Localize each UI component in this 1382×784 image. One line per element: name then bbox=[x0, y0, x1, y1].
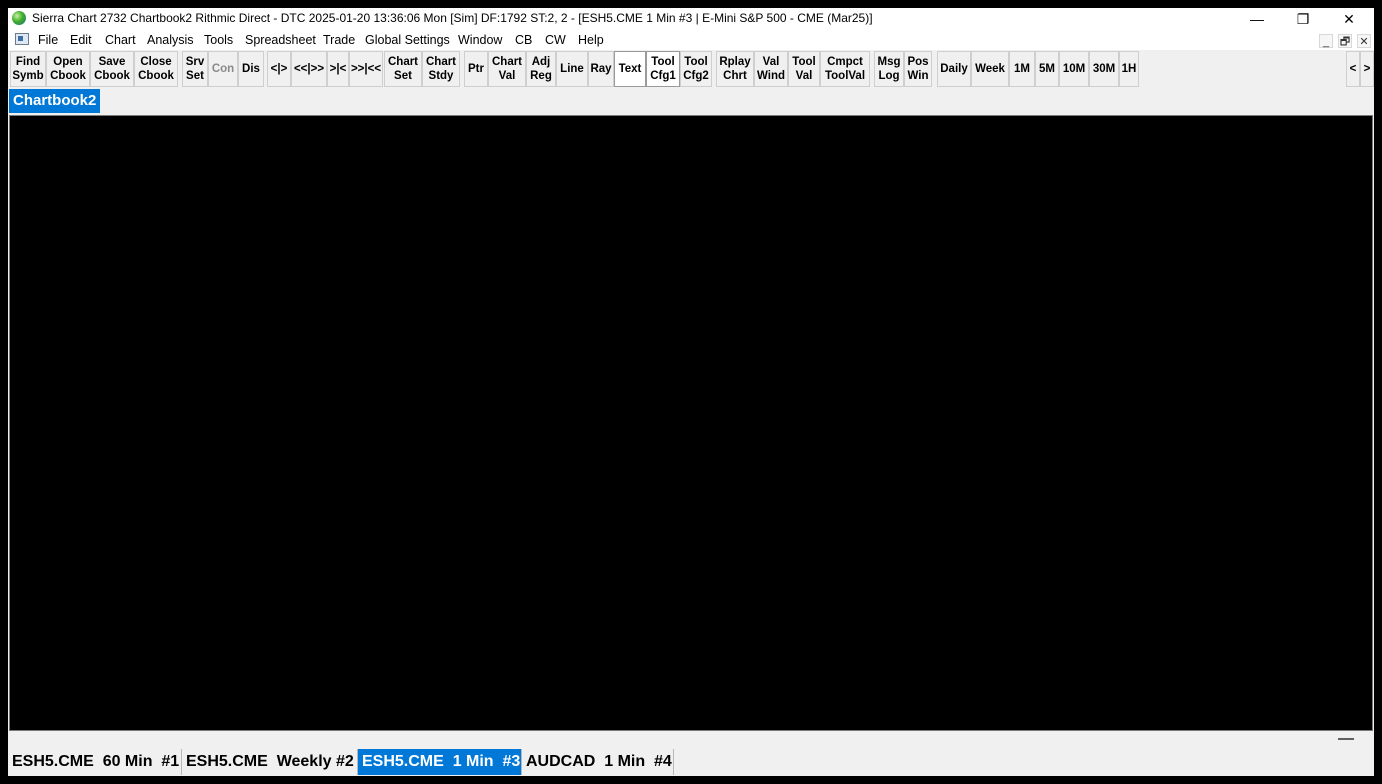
menu-help[interactable]: Help bbox=[578, 33, 604, 47]
chart-studies-button[interactable]: Chart Stdy bbox=[422, 51, 460, 87]
menu-analysis[interactable]: Analysis bbox=[147, 33, 194, 47]
zoom-out-button[interactable]: >|< bbox=[327, 51, 349, 87]
mdi-restore-button[interactable]: 🗗 bbox=[1338, 34, 1352, 48]
pointer-tool-button[interactable]: Ptr bbox=[464, 51, 488, 87]
message-log-button[interactable]: Msg Log bbox=[874, 51, 904, 87]
menu-global-settings[interactable]: Global Settings bbox=[365, 33, 450, 47]
toolbar-scroll-left-button[interactable]: < bbox=[1346, 51, 1360, 87]
timeframe-daily-button[interactable]: Daily bbox=[937, 51, 971, 87]
chart-tab-2[interactable]: ESH5.CME Weekly #2 bbox=[182, 749, 358, 775]
values-window-button[interactable]: Val Wind bbox=[754, 51, 788, 87]
adjust-region-button[interactable]: Adj Reg bbox=[526, 51, 556, 87]
chart-tab-3[interactable]: ESH5.CME 1 Min #3 bbox=[358, 749, 522, 775]
text-tool-button[interactable]: Text bbox=[614, 51, 646, 87]
positions-window-button[interactable]: Pos Win bbox=[904, 51, 932, 87]
line-tool-button[interactable]: Line bbox=[556, 51, 588, 87]
globe-icon[interactable] bbox=[12, 11, 26, 25]
menu-window[interactable]: Window bbox=[458, 33, 502, 47]
window-title: Sierra Chart 2732 Chartbook2 Rithmic Dir… bbox=[32, 11, 873, 25]
tool-config1-button[interactable]: Tool Cfg1 bbox=[646, 51, 680, 87]
chart-tab-4[interactable]: AUDCAD 1 Min #4 bbox=[522, 749, 674, 775]
zoom-out-more-button[interactable]: >>|<< bbox=[349, 51, 383, 87]
chartbook-tab[interactable]: Chartbook2 bbox=[9, 89, 101, 113]
chart-tab-1[interactable]: ESH5.CME 60 Min #1 bbox=[8, 749, 182, 775]
open-chartbook-button[interactable]: Open Cbook bbox=[46, 51, 90, 87]
chart-area[interactable] bbox=[9, 115, 1373, 731]
timeframe-30m-button[interactable]: 30M bbox=[1089, 51, 1119, 87]
connect-button[interactable]: Con bbox=[208, 51, 238, 87]
zoom-in-more-button[interactable]: <<|>> bbox=[291, 51, 327, 87]
menu-chart[interactable]: Chart bbox=[105, 33, 136, 47]
compact-tool-values-button[interactable]: Cmpct ToolVal bbox=[820, 51, 870, 87]
menu-tools[interactable]: Tools bbox=[204, 33, 233, 47]
tool-config2-button[interactable]: Tool Cfg2 bbox=[680, 51, 712, 87]
tool-values-button[interactable]: Tool Val bbox=[788, 51, 820, 87]
timeframe-10m-button[interactable]: 10M bbox=[1059, 51, 1089, 87]
timeframe-week-button[interactable]: Week bbox=[971, 51, 1009, 87]
main-window: Sierra Chart 2732 Chartbook2 Rithmic Dir… bbox=[8, 8, 1374, 776]
minimize-button[interactable]: — bbox=[1234, 8, 1280, 30]
title-bar[interactable]: Sierra Chart 2732 Chartbook2 Rithmic Dir… bbox=[8, 8, 1374, 30]
find-symbol-button[interactable]: Find Symb bbox=[10, 51, 46, 87]
toolbar-scroll-right-button[interactable]: > bbox=[1360, 51, 1374, 87]
menu-cb[interactable]: CB bbox=[515, 33, 532, 47]
timeframe-1m-button[interactable]: 1M bbox=[1009, 51, 1035, 87]
chart-settings-button[interactable]: Chart Set bbox=[384, 51, 422, 87]
timeframe-1h-button[interactable]: 1H bbox=[1119, 51, 1139, 87]
mdi-minimize-button[interactable]: _ bbox=[1319, 34, 1333, 48]
menu-cw[interactable]: CW bbox=[545, 33, 566, 47]
replay-chart-button[interactable]: Rplay Chrt bbox=[716, 51, 754, 87]
menu-edit[interactable]: Edit bbox=[70, 33, 92, 47]
menu-spreadsheet[interactable]: Spreadsheet bbox=[245, 33, 316, 47]
menu-file[interactable]: File bbox=[38, 33, 58, 47]
chart-values-button[interactable]: Chart Val bbox=[488, 51, 526, 87]
menu-bar: File Edit Chart Analysis Tools Spreadshe… bbox=[8, 30, 1374, 50]
close-chartbook-button[interactable]: Close Cbook bbox=[134, 51, 178, 87]
mdi-close-button[interactable]: ✕ bbox=[1357, 34, 1371, 48]
disconnect-button[interactable]: Dis bbox=[238, 51, 264, 87]
close-button[interactable]: ✕ bbox=[1326, 8, 1372, 30]
resize-grip[interactable] bbox=[1338, 738, 1354, 740]
server-settings-button[interactable]: Srv Set bbox=[182, 51, 208, 87]
restore-button[interactable]: ❐ bbox=[1280, 8, 1326, 30]
zoom-in-button[interactable]: <|> bbox=[267, 51, 291, 87]
document-window-icon[interactable] bbox=[15, 33, 29, 45]
ray-tool-button[interactable]: Ray bbox=[588, 51, 614, 87]
timeframe-5m-button[interactable]: 5M bbox=[1035, 51, 1059, 87]
control-bar: Find Symb Open Cbook Save Cbook Close Cb… bbox=[8, 50, 1374, 90]
save-chartbook-button[interactable]: Save Cbook bbox=[90, 51, 134, 87]
menu-trade[interactable]: Trade bbox=[323, 33, 355, 47]
